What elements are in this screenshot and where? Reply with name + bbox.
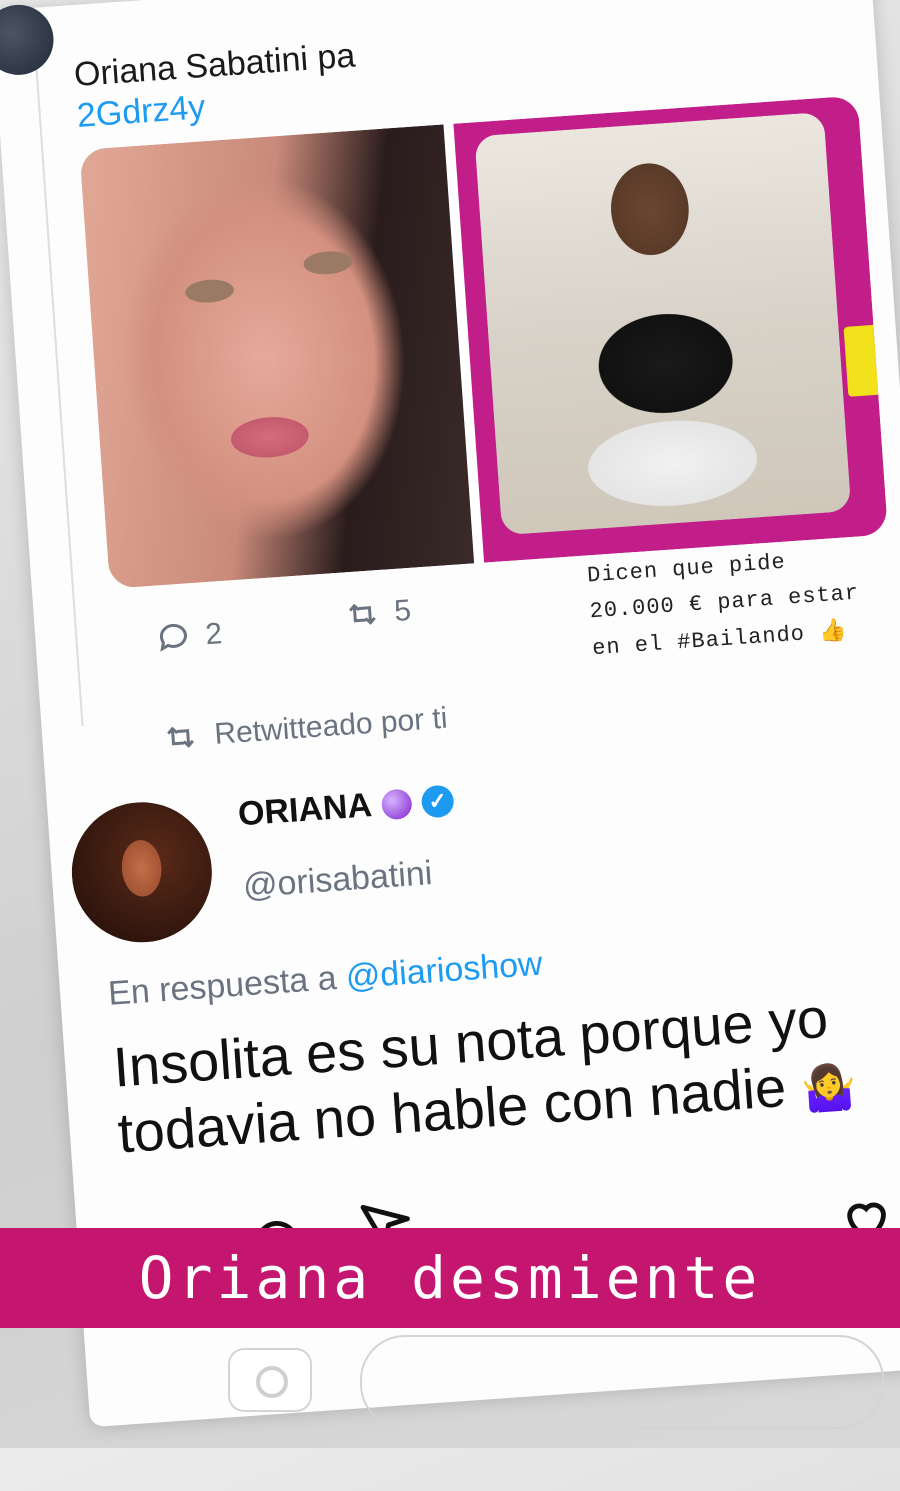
story-banner: Oriana desmiente — [0, 1228, 900, 1328]
display-name[interactable]: ORIANA ✓ — [237, 780, 455, 834]
caption-line-3-text: en el #Bailando — [591, 621, 806, 662]
media-image-right[interactable] — [453, 95, 889, 563]
profile-avatar[interactable] — [67, 797, 217, 947]
shrug-icon: 🤷‍♀️ — [799, 1061, 859, 1116]
reply-prefix: En respuesta a — [106, 959, 338, 1013]
reply-tweet-text: Insolita es su nota porque yo todavia no… — [111, 980, 899, 1171]
media-photo — [474, 111, 852, 536]
retweet-count: 5 — [393, 593, 413, 629]
retweeted-label: Retwitteado por ti — [213, 701, 449, 751]
retweeted-by: Retwitteado por ti — [161, 701, 448, 757]
tweet-link[interactable]: 2Gdrz4y — [76, 88, 207, 136]
tweet-text: Oriana Sabatini pa — [73, 33, 357, 97]
media-image-left[interactable] — [79, 124, 475, 589]
banner-text: Oriana desmiente — [138, 1244, 762, 1312]
thread-line — [31, 7, 84, 727]
retweet-icon — [348, 603, 376, 625]
tweet-media[interactable] — [79, 95, 889, 589]
tweet-card: Oriana Sabatini pa 2Gdrz4y Dicen que pid… — [0, 0, 900, 1428]
send-message-field[interactable] — [360, 1335, 884, 1429]
media-caption: Dicen que pide 20.000 € para estar en el… — [586, 540, 863, 668]
story-reply-bar — [190, 1330, 900, 1448]
tweet-text-line: Oriana Sabatini pa — [72, 36, 357, 95]
top-avatar[interactable] — [0, 2, 56, 78]
user-handle[interactable]: @orisabatini — [242, 854, 434, 906]
reply-count: 2 — [204, 617, 224, 652]
crystal-ball-icon — [380, 787, 413, 820]
reply-context: En respuesta a @diarioshow — [107, 945, 544, 1014]
thumbs-up-icon: 👍 — [818, 617, 849, 645]
retweet-small-icon — [167, 726, 194, 748]
camera-icon[interactable] — [230, 1350, 310, 1410]
reply-button[interactable]: 2 — [154, 616, 223, 657]
retweet-button[interactable]: 5 — [343, 593, 412, 634]
display-name-text: ORIANA — [236, 786, 374, 834]
yellow-tab — [843, 324, 879, 397]
reply-mention-link[interactable]: @diarioshow — [345, 945, 544, 997]
verified-badge-icon: ✓ — [420, 783, 455, 819]
reply-icon — [159, 623, 187, 652]
